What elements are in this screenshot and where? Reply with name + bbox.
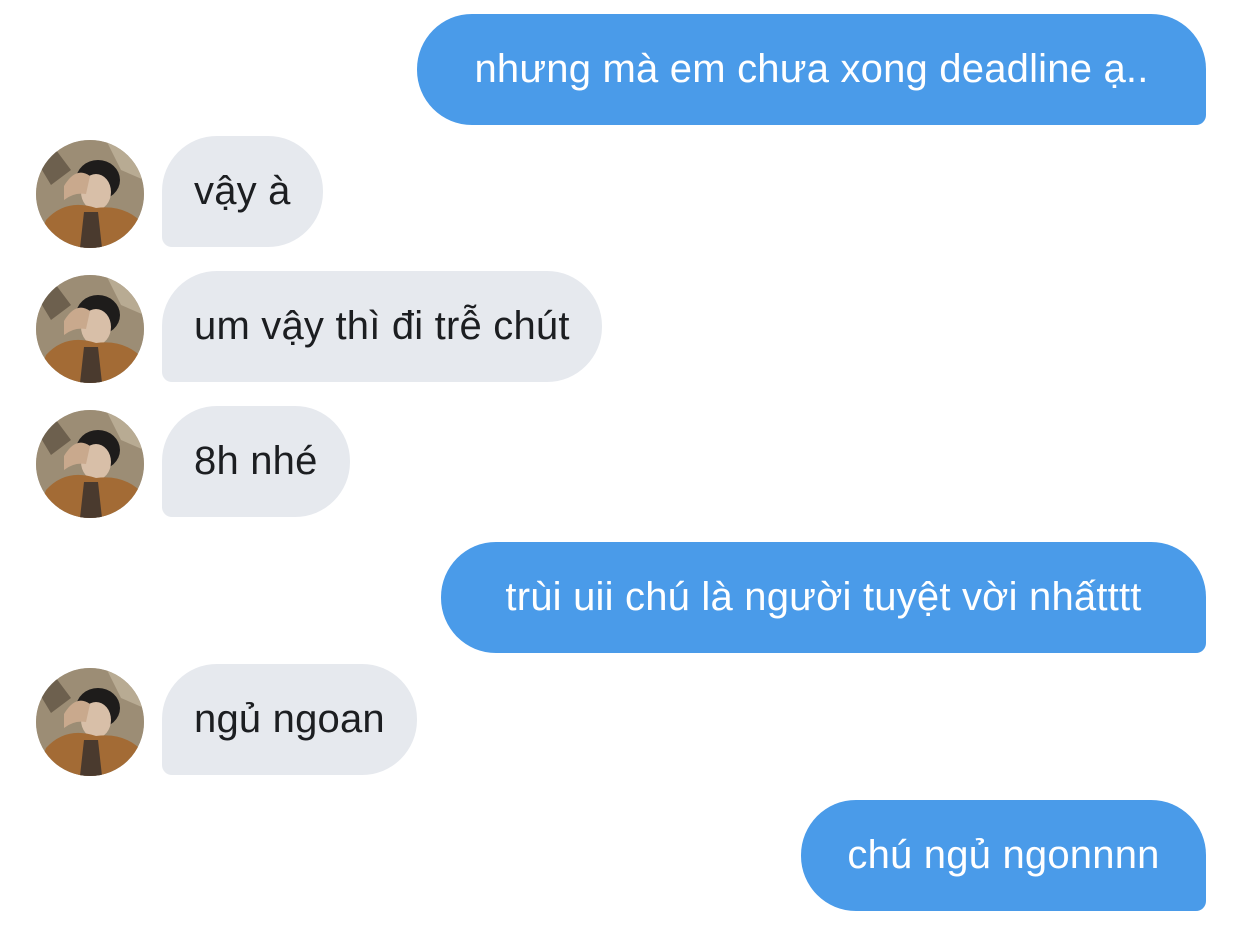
avatar-photo-icon [36, 668, 144, 776]
contact-avatar[interactable] [36, 410, 144, 518]
contact-avatar[interactable] [36, 668, 144, 776]
avatar-photo-icon [36, 140, 144, 248]
sent-message-bubble[interactable]: trùi uii chú là người tuyệt vời nhấtttt [441, 542, 1206, 653]
sent-message-bubble[interactable]: chú ngủ ngonnnn [801, 800, 1206, 911]
contact-avatar[interactable] [36, 275, 144, 383]
contact-avatar[interactable] [36, 140, 144, 248]
received-message-bubble[interactable]: um vậy thì đi trễ chút [162, 271, 602, 382]
avatar-photo-icon [36, 275, 144, 383]
avatar-photo-icon [36, 410, 144, 518]
sent-message-bubble[interactable]: nhưng mà em chưa xong deadline ạ.. [417, 14, 1206, 125]
received-message-bubble[interactable]: 8h nhé [162, 406, 350, 517]
received-message-bubble[interactable]: ngủ ngoan [162, 664, 417, 775]
received-message-bubble[interactable]: vậy à [162, 136, 323, 247]
